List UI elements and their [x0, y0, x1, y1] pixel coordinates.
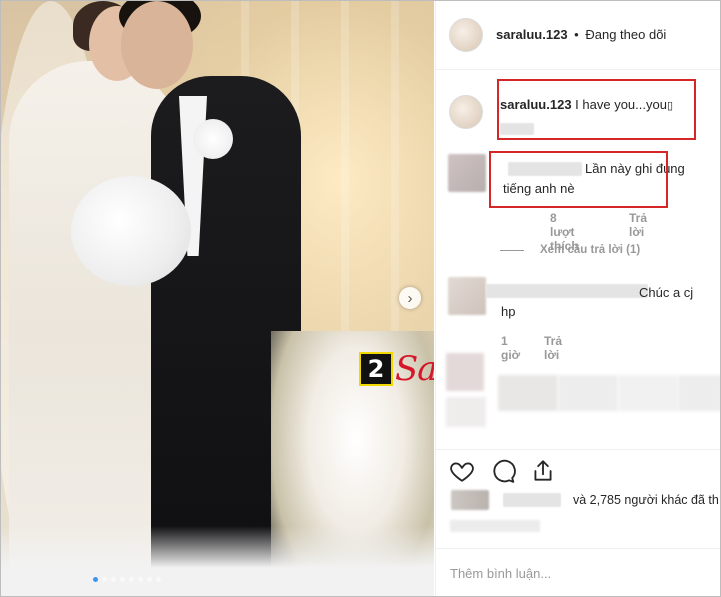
comment-text-line2: hp — [501, 304, 516, 319]
next-slide-button[interactable]: › — [399, 287, 421, 309]
post-header: saraluu.123 • Đang theo dõi — [436, 1, 720, 70]
blur-block — [678, 375, 720, 411]
add-comment-bar[interactable]: Thêm bình luận... — [436, 548, 720, 596]
blur-block — [446, 397, 486, 427]
likes-summary[interactable]: và 2,785 người khác đã thích — [451, 490, 721, 510]
highlight-box-caption — [497, 79, 696, 140]
blur-block — [618, 375, 678, 411]
avatar-blurred — [448, 154, 486, 192]
watermark-text: Sao — [395, 349, 434, 389]
carousel-dot — [156, 577, 161, 582]
watermark-digit: 2 — [359, 352, 393, 386]
bridal-bouquet — [71, 176, 191, 286]
post-actions: và 2,785 người khác đã thích — [436, 449, 721, 560]
post-time-blurred — [450, 520, 540, 532]
watermark-logo: 2 Sao — [359, 349, 434, 389]
header-user: saraluu.123 • Đang theo dõi — [496, 27, 666, 42]
carousel-dot — [147, 577, 152, 582]
avatar-blurred — [448, 277, 486, 315]
post-modal: 2 Sao › saraluu.123 • Đang theo dõi — [0, 0, 721, 597]
likes-summary-text: và 2,785 người khác đã thích — [573, 493, 721, 507]
carousel-indicator — [93, 577, 161, 582]
floor-mist — [1, 526, 434, 596]
heart-icon[interactable] — [449, 458, 475, 484]
view-replies-button[interactable]: Xem câu trả lời (1) — [500, 244, 640, 256]
username-link[interactable]: saraluu.123 — [496, 27, 568, 42]
groom-face — [121, 1, 193, 89]
dash — [500, 249, 524, 251]
reply-button[interactable]: Trả lời — [629, 211, 647, 239]
post-sidebar: saraluu.123 • Đang theo dõi saraluu.123 … — [435, 1, 721, 596]
carousel-dot — [120, 577, 125, 582]
username-blurred — [486, 284, 648, 298]
add-comment-input[interactable]: Thêm bình luận... — [450, 566, 551, 581]
separator: • — [574, 27, 579, 42]
follow-status-button[interactable]: Đang theo dõi — [585, 27, 666, 42]
avatar[interactable] — [449, 95, 483, 129]
comment-item-blurred — [446, 353, 720, 437]
avatar[interactable] — [449, 18, 483, 52]
blur-block — [498, 375, 558, 411]
comment-icon[interactable] — [490, 458, 516, 484]
post-photo: 2 Sao › — [1, 1, 434, 596]
share-icon[interactable] — [530, 458, 556, 484]
highlight-box-comment — [489, 151, 668, 208]
carousel-dot — [93, 577, 98, 582]
comment-text-line1: Chúc a cj — [639, 285, 694, 300]
carousel-dot — [102, 577, 107, 582]
carousel-dot — [138, 577, 143, 582]
chevron-right-icon: › — [407, 289, 413, 307]
boutonniere — [193, 119, 233, 159]
blur-block — [558, 375, 618, 411]
view-replies-label: Xem câu trả lời (1) — [540, 244, 641, 256]
carousel-dot — [111, 577, 116, 582]
liker-name-blurred — [503, 493, 561, 507]
liker-avatar-blurred — [451, 490, 489, 510]
carousel-dot — [129, 577, 134, 582]
blur-block — [446, 353, 484, 391]
